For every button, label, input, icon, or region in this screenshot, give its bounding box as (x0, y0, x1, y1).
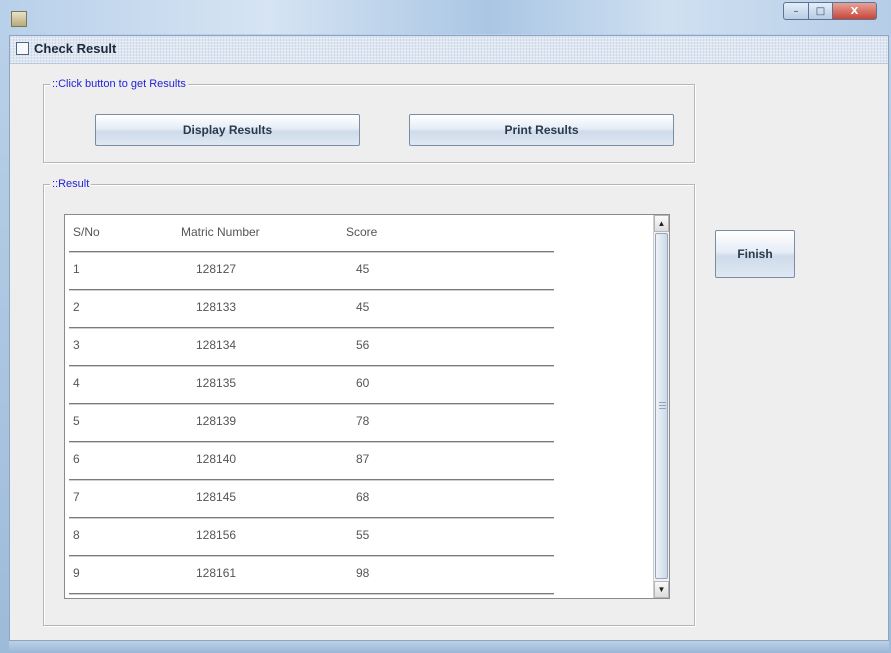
internal-frame-title: Check Result (34, 41, 117, 56)
column-header-score: Score (346, 225, 378, 239)
row-5-score: 78 (356, 414, 370, 428)
row-4-score: 60 (356, 376, 370, 390)
row-9-sno: 9 (73, 566, 80, 580)
scroll-up-button[interactable]: ▲ (654, 215, 669, 232)
thumb-grip (659, 405, 666, 406)
minimize-button[interactable]: – (783, 2, 809, 20)
arrow-up-icon: ▲ (657, 219, 666, 228)
row-5-sno: 5 (73, 414, 80, 428)
row-5-matric: 128139 (196, 414, 237, 428)
row-divider (69, 517, 554, 518)
display-results-button[interactable]: Display Results (95, 114, 360, 146)
scrollbar-thumb[interactable] (655, 233, 668, 579)
actions-group-title: ::Click button to get Results (50, 78, 188, 90)
window-titlebar[interactable]: – □ X (0, 0, 891, 34)
finish-button[interactable]: Finish (715, 230, 795, 278)
row-3-matric: 128134 (196, 338, 237, 352)
row-divider (69, 251, 554, 252)
row-7-matric: 128145 (196, 490, 237, 504)
row-2-score: 45 (356, 300, 370, 314)
row-9-score: 98 (356, 566, 370, 580)
row-2-sno: 2 (73, 300, 80, 314)
column-header-sno: S/No (73, 225, 100, 239)
row-3-sno: 3 (73, 338, 80, 352)
row-6-score: 87 (356, 452, 370, 466)
row-2-matric: 128133 (196, 300, 237, 314)
maximize-button[interactable]: □ (809, 2, 833, 20)
row-3-score: 56 (356, 338, 370, 352)
internal-frame-titlebar[interactable]: Check Result (10, 36, 888, 64)
row-8-score: 55 (356, 528, 370, 542)
row-1-matric: 128127 (196, 262, 237, 276)
row-4-sno: 4 (73, 376, 80, 390)
row-divider (69, 403, 554, 404)
vertical-scrollbar[interactable]: ▲ ▼ (653, 215, 669, 598)
result-group: ::Result S/No Matric Number Score 1 1281… (43, 178, 695, 626)
close-button[interactable]: X (833, 2, 877, 20)
row-8-sno: 8 (73, 528, 80, 542)
application-window: – □ X Check Result ::Click button to get… (0, 0, 891, 653)
java-app-icon (11, 11, 27, 27)
row-7-sno: 7 (73, 490, 80, 504)
print-results-button[interactable]: Print Results (409, 114, 674, 146)
row-6-matric: 128140 (196, 452, 237, 466)
thumb-grip (659, 402, 666, 403)
row-1-score: 45 (356, 262, 370, 276)
result-group-title: ::Result (50, 178, 92, 190)
window-controls: – □ X (783, 2, 877, 20)
row-divider (69, 365, 554, 366)
thumb-grip (659, 408, 666, 409)
row-7-score: 68 (356, 490, 370, 504)
row-1-sno: 1 (73, 262, 80, 276)
window-bottom-border (9, 641, 889, 653)
scroll-down-button[interactable]: ▼ (654, 581, 669, 598)
row-9-matric: 128161 (196, 566, 237, 580)
row-8-matric: 128156 (196, 528, 237, 542)
internal-frame: Check Result ::Click button to get Resul… (9, 35, 889, 641)
results-list[interactable]: S/No Matric Number Score 1 128127 45 2 1… (64, 214, 670, 599)
actions-group: ::Click button to get Results Display Re… (43, 78, 695, 163)
row-divider (69, 327, 554, 328)
row-divider (69, 555, 554, 556)
maximize-icon: □ (815, 5, 826, 17)
row-divider (69, 289, 554, 290)
column-header-matric: Matric Number (181, 225, 260, 239)
row-4-matric: 128135 (196, 376, 237, 390)
row-divider (69, 593, 554, 594)
minimize-icon: – (793, 5, 799, 17)
frame-icon (16, 42, 29, 55)
row-divider (69, 441, 554, 442)
row-6-sno: 6 (73, 452, 80, 466)
arrow-down-icon: ▼ (657, 585, 666, 594)
close-icon: X (850, 5, 859, 17)
row-divider (69, 479, 554, 480)
